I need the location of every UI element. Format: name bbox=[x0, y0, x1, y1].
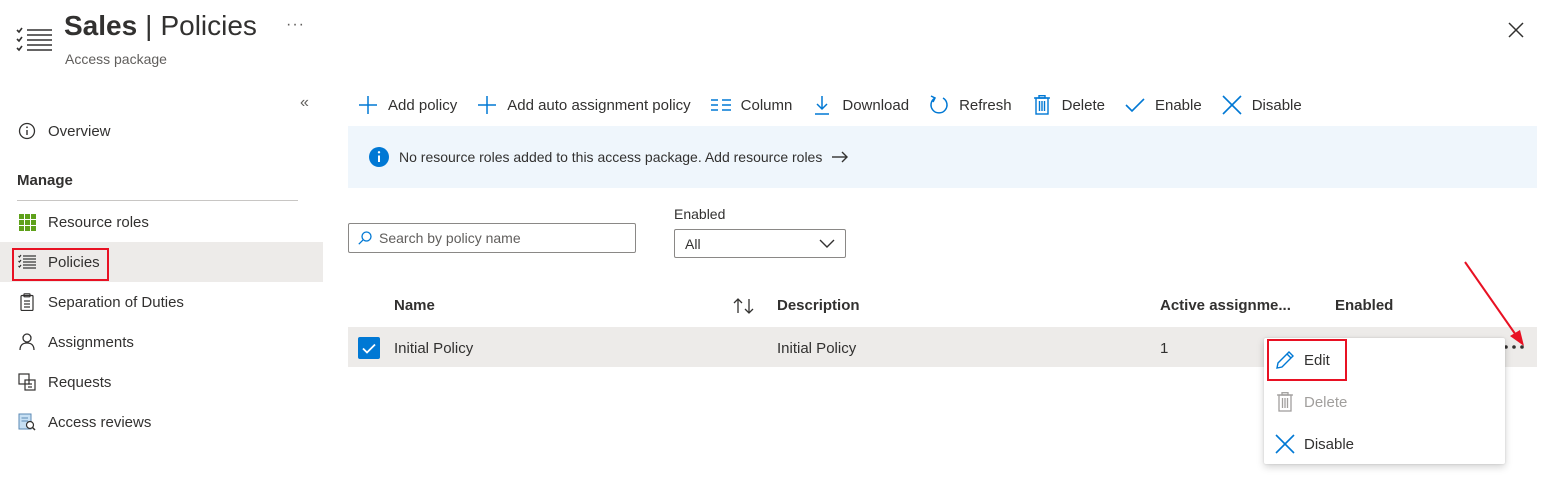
plus-icon bbox=[477, 95, 497, 115]
info-banner[interactable]: No resource roles added to this access p… bbox=[348, 126, 1537, 188]
download-button[interactable]: Download bbox=[812, 95, 909, 115]
delete-label: Delete bbox=[1061, 96, 1105, 114]
sidebar-item-label: Overview bbox=[48, 122, 111, 140]
sidebar-item-label: Assignments bbox=[48, 333, 134, 351]
close-icon[interactable] bbox=[1506, 20, 1526, 40]
edit-highlight-box bbox=[1267, 339, 1347, 381]
command-bar: Add policy Add auto assignment policy Co… bbox=[358, 90, 1322, 120]
add-policy-button[interactable]: Add policy bbox=[358, 95, 457, 115]
sidebar-item-separation-of-duties[interactable]: Separation of Duties bbox=[0, 282, 323, 322]
download-icon bbox=[812, 95, 832, 115]
column-header-enabled[interactable]: Enabled bbox=[1335, 297, 1393, 314]
page-title: Sales | Policies bbox=[64, 10, 257, 42]
add-policy-label: Add policy bbox=[388, 96, 458, 114]
column-button[interactable]: Column bbox=[710, 95, 793, 115]
arrow-right-icon bbox=[832, 151, 849, 163]
collapse-sidebar-icon[interactable]: « bbox=[300, 94, 309, 112]
search-box[interactable] bbox=[348, 223, 636, 253]
sidebar-item-policies[interactable]: Policies bbox=[0, 242, 323, 282]
enable-label: Enable bbox=[1154, 96, 1202, 114]
sort-icon[interactable] bbox=[733, 297, 755, 315]
sidebar-item-assignments[interactable]: Assignments bbox=[0, 322, 323, 362]
clipboard-icon bbox=[17, 292, 37, 312]
sidebar-item-label: Access reviews bbox=[48, 413, 152, 431]
enabled-filter-label: Enabled bbox=[674, 206, 726, 222]
menu-item-label: Disable bbox=[1304, 435, 1355, 453]
refresh-button[interactable]: Refresh bbox=[929, 95, 1012, 115]
columns-icon bbox=[710, 95, 731, 115]
page-title-separator: | bbox=[145, 10, 153, 41]
menu-item-label: Delete bbox=[1304, 393, 1348, 411]
menu-item-delete: Delete bbox=[1274, 384, 1347, 420]
chevron-down-icon bbox=[819, 239, 835, 248]
highlight-box bbox=[12, 248, 109, 281]
person-icon bbox=[17, 332, 37, 352]
checkmark-icon bbox=[1125, 95, 1145, 115]
review-icon bbox=[17, 412, 37, 432]
download-label: Download bbox=[842, 96, 910, 114]
column-label: Column bbox=[740, 96, 793, 114]
page-title-bold: Sales bbox=[64, 10, 138, 41]
more-options-icon[interactable]: ··· bbox=[286, 16, 305, 34]
sidebar-item-overview[interactable]: Overview bbox=[0, 111, 323, 151]
cell-active-assignments: 1 bbox=[1160, 340, 1169, 357]
trash-icon bbox=[1032, 95, 1052, 115]
add-auto-assignment-policy-button[interactable]: Add auto assignment policy bbox=[477, 95, 691, 115]
refresh-label: Refresh bbox=[959, 96, 1012, 114]
page-title-rest: Policies bbox=[160, 10, 257, 41]
disable-label: Disable bbox=[1251, 96, 1302, 114]
menu-item-disable[interactable]: Disable bbox=[1274, 426, 1354, 462]
close-x-icon bbox=[1274, 433, 1296, 455]
banner-text: No resource roles added to this access p… bbox=[399, 149, 823, 165]
cell-name[interactable]: Initial Policy bbox=[394, 340, 473, 357]
sidebar-item-label: Separation of Duties bbox=[48, 293, 184, 311]
trash-icon bbox=[1274, 391, 1296, 413]
sidebar-item-resource-roles[interactable]: Resource roles bbox=[0, 202, 323, 242]
enabled-filter-dropdown[interactable]: All bbox=[674, 229, 846, 258]
sidebar-item-label: Requests bbox=[48, 373, 112, 391]
close-x-icon bbox=[1222, 95, 1242, 115]
section-divider bbox=[17, 200, 298, 201]
grid-icon bbox=[17, 212, 37, 232]
cell-description: Initial Policy bbox=[777, 340, 857, 357]
sidebar-item-requests[interactable]: Requests bbox=[0, 362, 323, 402]
page-subtitle: Access package bbox=[65, 51, 167, 67]
column-header-name[interactable]: Name bbox=[394, 297, 435, 314]
add-auto-assignment-policy-label: Add auto assignment policy bbox=[507, 96, 691, 114]
row-checkbox[interactable] bbox=[358, 337, 380, 359]
annotation-arrow-icon bbox=[1460, 258, 1530, 348]
info-filled-icon bbox=[369, 147, 389, 167]
sidebar-item-access-reviews[interactable]: Access reviews bbox=[0, 402, 323, 442]
column-header-active-assignments[interactable]: Active assignme... bbox=[1160, 297, 1291, 314]
info-circle-icon bbox=[17, 121, 37, 141]
search-icon bbox=[358, 231, 372, 245]
disable-button[interactable]: Disable bbox=[1222, 95, 1302, 115]
refresh-icon bbox=[929, 95, 949, 115]
search-input[interactable] bbox=[379, 230, 619, 246]
enabled-filter-value: All bbox=[685, 235, 701, 252]
requests-icon bbox=[17, 372, 37, 392]
enable-button[interactable]: Enable bbox=[1125, 95, 1202, 115]
column-header-description[interactable]: Description bbox=[777, 297, 860, 314]
plus-icon bbox=[358, 95, 378, 115]
sidebar-item-label: Resource roles bbox=[48, 213, 149, 231]
manage-section-label: Manage bbox=[17, 172, 73, 189]
policies-list-icon bbox=[16, 26, 52, 54]
delete-button[interactable]: Delete bbox=[1032, 95, 1105, 115]
